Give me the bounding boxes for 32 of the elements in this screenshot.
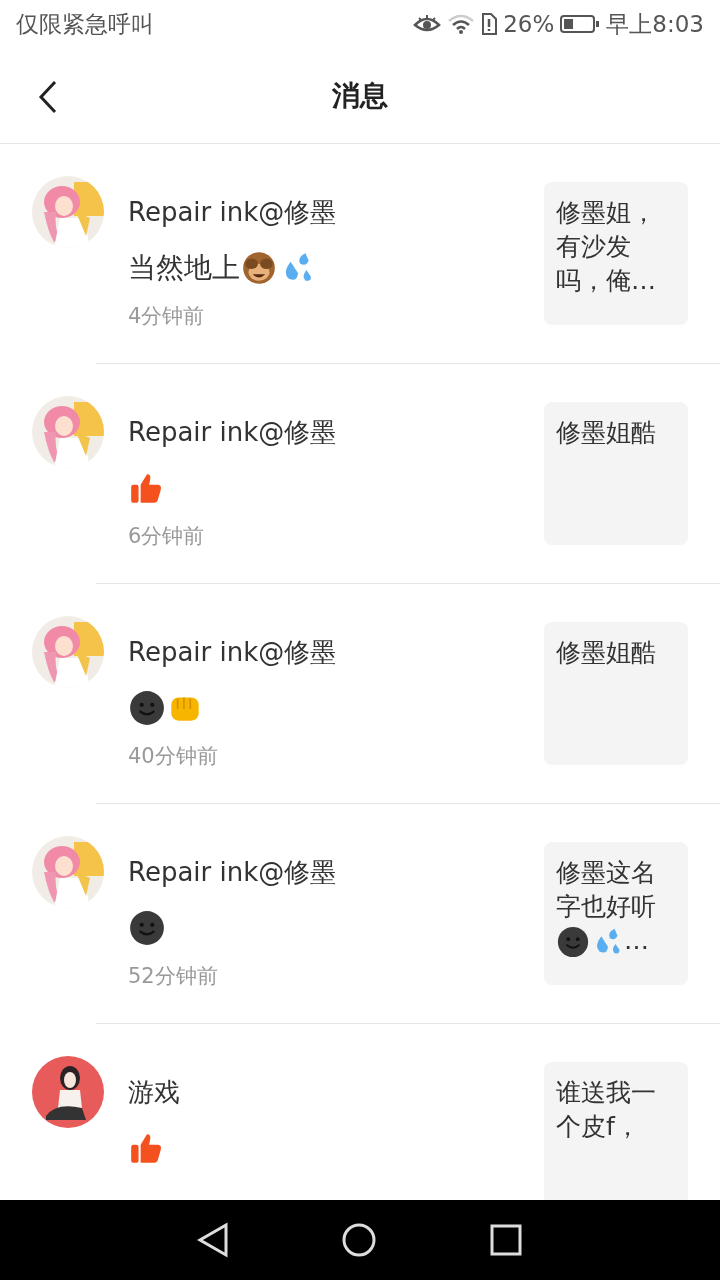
message-text: 修墨这名字也好听 bbox=[556, 858, 656, 921]
message-text: 修墨姐酷 bbox=[556, 418, 656, 447]
sender-name: Repair ink@修墨 bbox=[128, 416, 337, 449]
clock-text: 早上8:03 bbox=[606, 9, 704, 39]
timestamp: 40分钟前 bbox=[128, 743, 218, 770]
carrier-text: 仅限紧急呼叫 bbox=[16, 9, 154, 39]
eye-icon bbox=[413, 14, 442, 34]
conversation-item[interactable]: Repair ink@修墨 52分钟前 修墨这名字也好听 … bbox=[0, 804, 720, 1024]
conversation-item[interactable]: Repair ink@修墨 当然地上 4分钟前 修墨姐，有沙发吗，俺… bbox=[0, 144, 720, 364]
monkey-icon bbox=[240, 249, 278, 287]
message-text: 修墨姐，有沙发吗，俺… bbox=[556, 198, 656, 295]
battery-percent: 26% bbox=[503, 11, 555, 37]
sender-name: Repair ink@修墨 bbox=[128, 196, 337, 229]
sender-name: Repair ink@修墨 bbox=[128, 636, 337, 669]
smiley-icon bbox=[128, 909, 166, 947]
conversation-item[interactable]: Repair ink@修墨 6分钟前 修墨姐酷 bbox=[0, 364, 720, 584]
battery-icon bbox=[560, 14, 601, 34]
page-title: 消息 bbox=[332, 77, 388, 114]
timestamp: 6分钟前 bbox=[128, 523, 205, 550]
message-text: … bbox=[624, 926, 649, 955]
message-text: 修墨姐酷 bbox=[556, 638, 656, 667]
conversation-item[interactable]: Repair ink@修墨 40分钟前 修墨姐酷 bbox=[0, 584, 720, 804]
sim-alert-icon bbox=[481, 13, 498, 35]
sender-name: 游戏 bbox=[128, 1076, 180, 1109]
message-text: 当然地上 bbox=[128, 250, 240, 286]
timestamp: 4分钟前 bbox=[128, 303, 205, 330]
wifi-icon bbox=[447, 14, 476, 34]
timestamp: 52分钟前 bbox=[128, 963, 218, 990]
smiley-icon bbox=[556, 925, 590, 959]
smiley-icon bbox=[128, 689, 166, 727]
message-text: 谁送我一个皮f， bbox=[556, 1078, 656, 1141]
sender-name: Repair ink@修墨 bbox=[128, 856, 337, 889]
